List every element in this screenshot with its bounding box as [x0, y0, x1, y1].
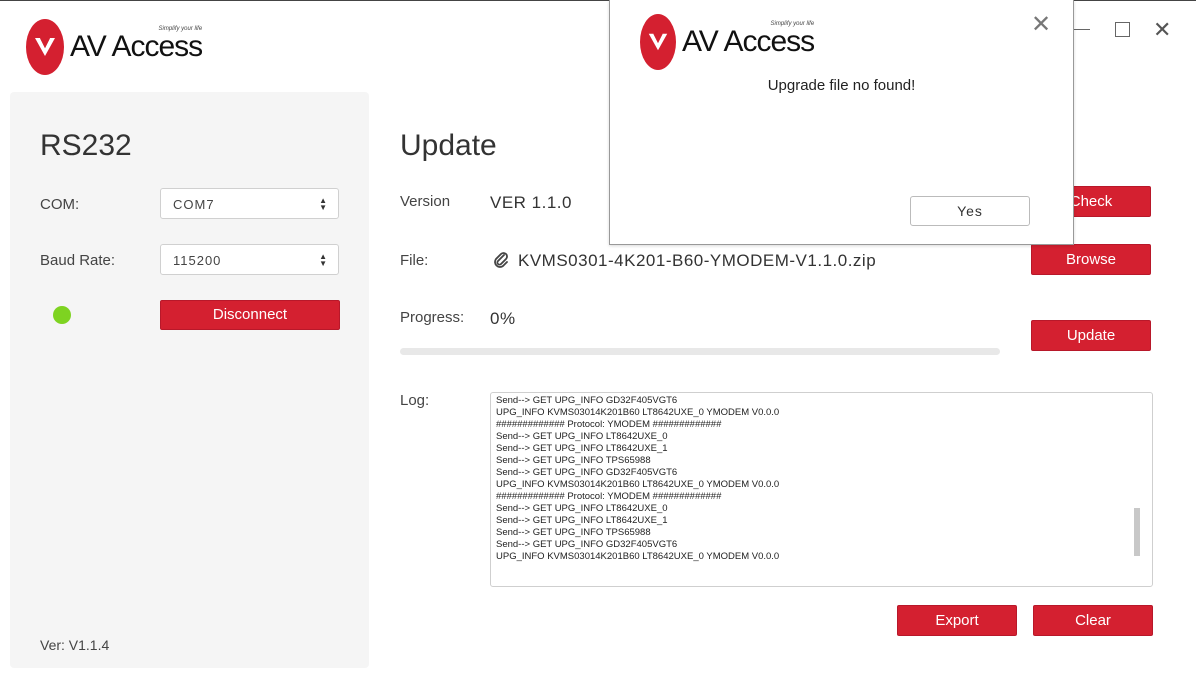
log-line: Send--> GET UPG_INFO LT8642UXE_1 [496, 443, 668, 454]
log-textarea[interactable]: Send--> GET UPG_INFO GD32F405VGT6 UPG_INF… [490, 392, 1153, 587]
minimize-icon[interactable] [1074, 29, 1090, 30]
select-arrows-icon: ▲ ▼ [319, 196, 328, 212]
log-line: ############# Protocol: YMODEM #########… [496, 419, 722, 430]
av-logo-icon [640, 14, 676, 70]
log-line: Send--> GET UPG_INFO TPS65988 [496, 455, 651, 466]
version-value: VER 1.1.0 [490, 193, 572, 212]
update-button[interactable]: Update [1031, 320, 1151, 351]
app-window: AV Access Simplify your life ✕ RS232 COM… [0, 0, 1196, 676]
app-logo: AV Access Simplify your life [26, 19, 203, 75]
log-line: Send--> GET UPG_INFO GD32F405VGT6 [496, 467, 678, 478]
update-title: Update [400, 129, 497, 162]
clear-button[interactable]: Clear [1033, 605, 1153, 636]
log-scrollbar[interactable] [1134, 508, 1140, 556]
dialog-close-icon[interactable]: ✕ [1031, 10, 1051, 39]
rs232-panel: RS232 COM: COM7 ▲ ▼ Baud Rate: 115200 ▲ ▼ … [10, 92, 369, 668]
progress-bar [400, 348, 1000, 355]
dialog-logo-tagline: Simplify your life [770, 21, 815, 27]
log-line: Send--> GET UPG_INFO LT8642UXE_0 [496, 503, 668, 514]
dialog-logo: AV Access Simplify your life [640, 14, 815, 70]
dialog-logo-text: AV Access Simplify your life [682, 21, 815, 58]
export-button[interactable]: Export [897, 605, 1017, 636]
log-line: UPG_INFO KVMS03014K201B60 LT8642UXE_0 YM… [496, 407, 780, 418]
progress-value: 0% [490, 309, 516, 328]
log-line: ############# Protocol: YMODEM #########… [496, 491, 722, 502]
rs232-title: RS232 [40, 129, 132, 162]
yes-button[interactable]: Yes [910, 196, 1030, 226]
paperclip-icon [492, 251, 510, 274]
com-select-value: COM7 [173, 197, 215, 212]
baud-rate-select-value: 115200 [173, 253, 222, 268]
app-logo-tagline: Simplify your life [158, 26, 203, 32]
log-line: Send--> GET UPG_INFO GD32F405VGT6 [496, 539, 678, 550]
com-select[interactable]: COM7 ▲ ▼ [160, 188, 339, 219]
disconnect-button[interactable]: Disconnect [160, 300, 340, 330]
maximize-icon[interactable] [1115, 22, 1130, 37]
log-line: Send--> GET UPG_INFO GD32F405VGT6 [496, 395, 678, 406]
log-line: UPG_INFO KVMS03014K201B60 LT8642UXE_0 YM… [496, 479, 780, 490]
com-label: COM: [40, 196, 80, 213]
log-line: Send--> GET UPG_INFO LT8642UXE_1 [496, 515, 668, 526]
dialog-message: Upgrade file no found! [767, 77, 916, 94]
progress-label: Progress: [400, 309, 465, 326]
close-icon[interactable]: ✕ [1153, 17, 1171, 43]
av-logo-icon [26, 19, 64, 75]
file-label: File: [400, 252, 429, 269]
app-logo-text: AV Access Simplify your life [70, 26, 203, 63]
connection-status-indicator [53, 306, 71, 324]
app-version: Ver: V1.1.4 [40, 637, 110, 653]
log-line: UPG_INFO KVMS03014K201B60 LT8642UXE_0 YM… [496, 551, 780, 562]
log-line: Send--> GET UPG_INFO TPS65988 [496, 527, 651, 538]
baud-rate-select[interactable]: 115200 ▲ ▼ [160, 244, 339, 275]
log-label: Log: [400, 392, 430, 409]
file-path: KVMS0301-4K201-B60-YMODEM-V1.1.0.zip [518, 251, 877, 270]
version-label: Version [400, 193, 451, 210]
select-arrows-icon: ▲ ▼ [319, 252, 328, 268]
browse-button[interactable]: Browse [1031, 244, 1151, 275]
log-line: Send--> GET UPG_INFO LT8642UXE_0 [496, 431, 668, 442]
baud-rate-label: Baud Rate: [40, 252, 116, 269]
error-dialog: AV Access Simplify your life ✕ Upgrade f… [609, 0, 1074, 245]
